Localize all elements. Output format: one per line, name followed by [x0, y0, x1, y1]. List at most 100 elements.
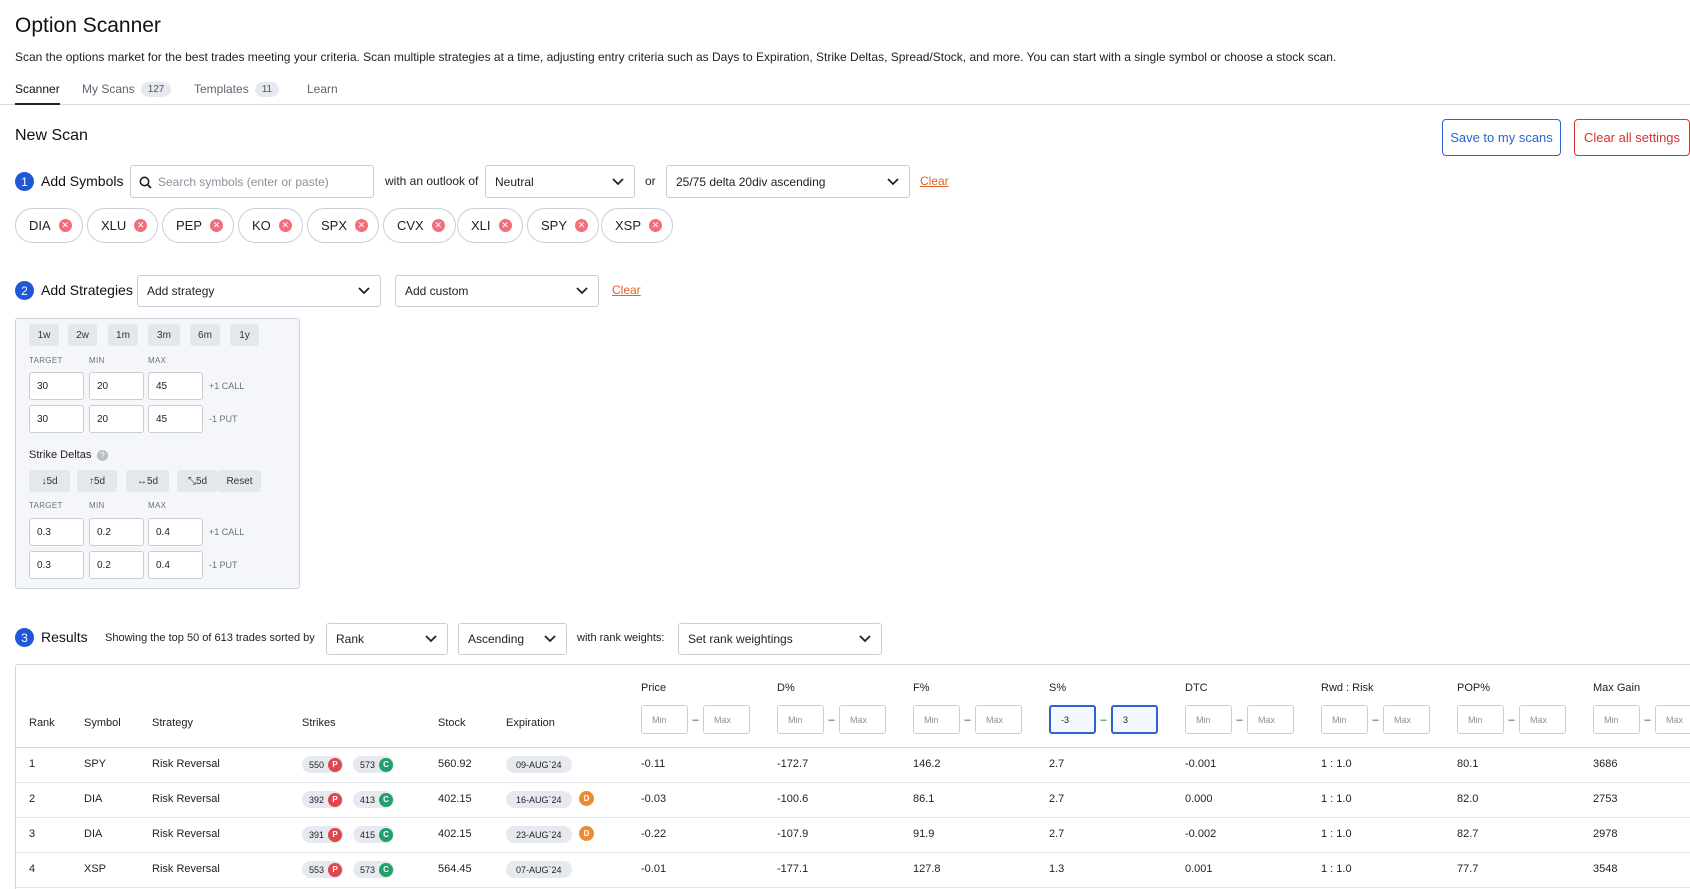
- range-dash: –: [1508, 713, 1515, 726]
- remove-chip-icon[interactable]: ✕: [498, 219, 512, 232]
- remove-chip-icon[interactable]: ✕: [210, 219, 224, 232]
- dte-target-input[interactable]: 30: [29, 405, 84, 433]
- save-to-my-scans-button[interactable]: Save to my scans: [1442, 119, 1561, 156]
- stock-scan-value: 25/75 delta 20div ascending: [676, 174, 826, 189]
- max-gain-max-input[interactable]: Max: [1655, 705, 1690, 734]
- remove-chip-icon[interactable]: ✕: [575, 219, 589, 232]
- remove-chip-icon[interactable]: ✕: [649, 219, 663, 232]
- remove-chip-icon[interactable]: ✕: [278, 219, 292, 232]
- delta-min-input[interactable]: 0.2: [89, 551, 144, 579]
- clear-strategies-link[interactable]: Clear: [612, 283, 641, 297]
- cell-rwd-risk: 1 : 1.0: [1321, 793, 1352, 805]
- dte-min-input[interactable]: 20: [89, 372, 144, 400]
- dte-6m-button[interactable]: 6m: [190, 324, 220, 346]
- delta-max-input[interactable]: 0.4: [148, 518, 203, 546]
- outlook-value: Neutral: [495, 174, 534, 189]
- column-header-price[interactable]: Price: [641, 682, 666, 694]
- cell-d-pct: -177.1: [777, 863, 809, 875]
- dte-3m-button[interactable]: 3m: [148, 324, 180, 346]
- tab-templates[interactable]: Templates 11: [194, 82, 280, 104]
- column-header-rank[interactable]: Rank: [29, 717, 55, 729]
- add-strategy-select[interactable]: Add strategy: [137, 275, 381, 307]
- tab-label: Templates: [194, 82, 249, 96]
- dte-2w-button[interactable]: 2w: [68, 324, 97, 346]
- rwd-risk-min-input[interactable]: Min: [1321, 705, 1368, 734]
- column-header-symbol[interactable]: Symbol: [84, 717, 121, 729]
- dte-min-input[interactable]: 20: [89, 405, 144, 433]
- rwd-risk-max-input[interactable]: Max: [1383, 705, 1430, 734]
- dte-max-input[interactable]: 45: [148, 372, 203, 400]
- tab-label: Scanner: [15, 82, 60, 96]
- s-pct-max-input[interactable]: 3: [1111, 705, 1158, 734]
- column-header-strikes[interactable]: Strikes: [302, 717, 336, 729]
- column-header-rwd-risk[interactable]: Rwd : Risk: [1321, 682, 1374, 694]
- remove-chip-icon[interactable]: ✕: [58, 219, 72, 232]
- column-header-stock[interactable]: Stock: [438, 717, 466, 729]
- delta-target-input[interactable]: 0.3: [29, 551, 84, 579]
- put-badge: P: [328, 757, 343, 772]
- price-min-input[interactable]: Min: [641, 705, 688, 734]
- column-header-d-pct[interactable]: D%: [777, 682, 795, 694]
- add-custom-select[interactable]: Add custom: [395, 275, 599, 307]
- dte-target-input[interactable]: 30: [29, 372, 84, 400]
- remove-chip-icon[interactable]: ✕: [134, 219, 148, 232]
- price-max-input[interactable]: Max: [703, 705, 750, 734]
- remove-chip-icon[interactable]: ✕: [431, 219, 445, 232]
- max-gain-min-input[interactable]: Min: [1593, 705, 1640, 734]
- column-header-strategy[interactable]: Strategy: [152, 717, 193, 729]
- clear-symbols-link[interactable]: Clear: [920, 174, 949, 188]
- table-row[interactable]: 3 DIA Risk Reversal 391 P 415 C 402.15 23-…: [16, 818, 1690, 853]
- call-badge: C: [379, 757, 394, 772]
- delta-reset-button[interactable]: Reset: [218, 470, 261, 492]
- chip-label: SPX: [321, 218, 348, 233]
- cell-rank: 4: [29, 863, 36, 875]
- cell-s-pct: 2.7: [1049, 758, 1065, 770]
- step-number: 2: [15, 281, 34, 300]
- stock-scan-select[interactable]: 25/75 delta 20div ascending: [666, 165, 910, 198]
- delta-target-input[interactable]: 0.3: [29, 518, 84, 546]
- d-pct-min-input[interactable]: Min: [777, 705, 824, 734]
- column-header-f-pct[interactable]: F%: [913, 682, 930, 694]
- strike-call-pill: 415 C: [353, 826, 395, 843]
- range-dash: –: [692, 713, 699, 726]
- s-pct-min-input[interactable]: -3: [1049, 705, 1096, 734]
- tab-my-scans[interactable]: My Scans 127: [82, 82, 172, 104]
- rank-weights-select[interactable]: Set rank weightings: [678, 623, 882, 655]
- dtc-max-input[interactable]: Max: [1247, 705, 1294, 734]
- d-pct-max-input[interactable]: Max: [839, 705, 886, 734]
- delta-min-input[interactable]: 0.2: [89, 518, 144, 546]
- dte-1w-button[interactable]: 1w: [29, 324, 59, 346]
- clear-all-settings-button[interactable]: Clear all settings: [1574, 119, 1690, 156]
- dtc-min-input[interactable]: Min: [1185, 705, 1232, 734]
- delta-up-button[interactable]: ↑5d: [77, 470, 117, 492]
- table-row[interactable]: 4 XSP Risk Reversal 553 P 573 C 564.45 07-…: [16, 853, 1690, 888]
- symbol-search-input[interactable]: Search symbols (enter or paste): [130, 165, 374, 198]
- sort-order-select[interactable]: Ascending: [458, 623, 567, 655]
- table-row[interactable]: 1 SPY Risk Reversal 550 P 573 C 560.92 09-…: [16, 748, 1690, 783]
- pop-pct-max-input[interactable]: Max: [1519, 705, 1566, 734]
- dte-1m-button[interactable]: 1m: [108, 324, 138, 346]
- column-header-dtc[interactable]: DTC: [1185, 682, 1208, 694]
- tab-scanner[interactable]: Scanner: [15, 82, 60, 105]
- column-header-s-pct[interactable]: S%: [1049, 682, 1066, 694]
- symbol-chip: XLI ✕: [457, 208, 523, 243]
- column-header-expiration[interactable]: Expiration: [506, 717, 555, 729]
- tab-learn[interactable]: Learn: [307, 82, 338, 104]
- f-pct-min-input[interactable]: Min: [913, 705, 960, 734]
- sort-by-select[interactable]: Rank: [326, 623, 448, 655]
- f-pct-max-input[interactable]: Max: [975, 705, 1022, 734]
- help-icon[interactable]: ?: [97, 450, 108, 461]
- column-header-max-gain[interactable]: Max Gain: [1593, 682, 1640, 694]
- pop-pct-min-input[interactable]: Min: [1457, 705, 1504, 734]
- delta-narrow-button[interactable]: ⤡5d: [177, 470, 218, 492]
- delta-widen-button[interactable]: ↔5d: [126, 470, 169, 492]
- delta-max-input[interactable]: 0.4: [148, 551, 203, 579]
- outlook-select[interactable]: Neutral: [485, 165, 635, 198]
- dte-1y-button[interactable]: 1y: [230, 324, 259, 346]
- table-row[interactable]: 2 DIA Risk Reversal 392 P 413 C 402.15 16-…: [16, 783, 1690, 818]
- remove-chip-icon[interactable]: ✕: [355, 219, 369, 232]
- cell-stock: 564.45: [438, 863, 472, 875]
- delta-down-button[interactable]: ↓5d: [29, 470, 70, 492]
- dte-max-input[interactable]: 45: [148, 405, 203, 433]
- column-header-pop-pct[interactable]: POP%: [1457, 682, 1490, 694]
